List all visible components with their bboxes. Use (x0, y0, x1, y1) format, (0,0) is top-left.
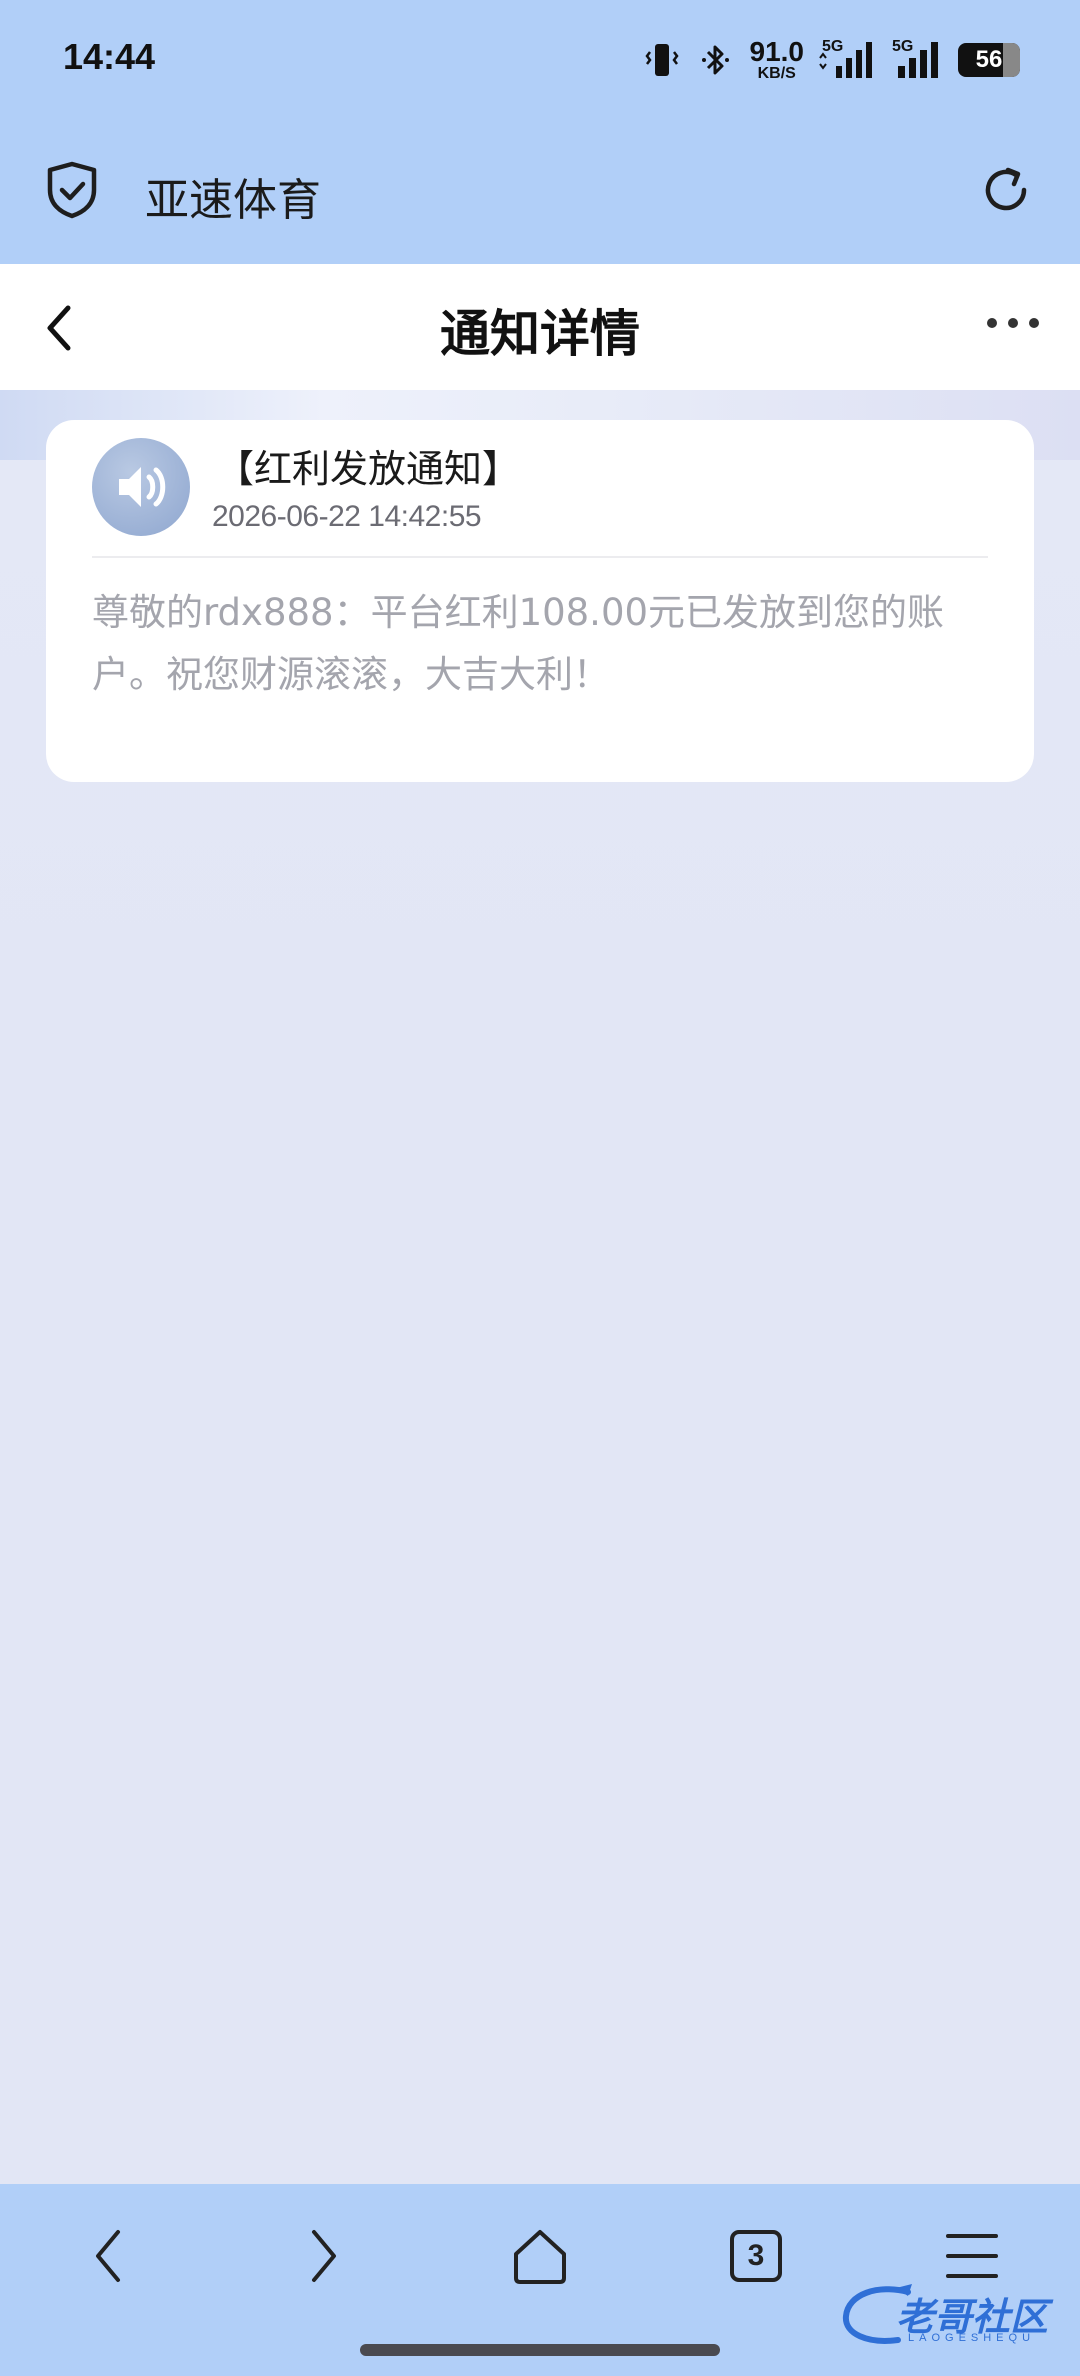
notification-title: 【红利发放通知】 (216, 447, 521, 491)
battery-level: 56 (975, 46, 1003, 73)
notification-card: 【红利发放通知】 2026-06-22 14:42:55 尊敬的rdx888：平… (46, 420, 1034, 782)
watermark: 老哥社区 LAOGESHEQU (838, 2280, 1068, 2350)
signal-1: 5G (818, 38, 874, 80)
card-divider (92, 556, 988, 558)
vibrate-icon (644, 44, 679, 76)
home-icon[interactable] (510, 2226, 570, 2286)
notification-body: 尊敬的rdx888：平台红利108.00元已发放到您的账户。祝您财源滚滚，大吉大… (92, 591, 945, 696)
battery-indicator: 56 (958, 43, 1020, 77)
speaker-icon (119, 467, 166, 507)
signal-bars-icon (819, 42, 872, 78)
bluetooth-icon (701, 45, 729, 75)
signal-bars-icon (898, 42, 938, 78)
shield-check-icon[interactable] (44, 160, 100, 220)
status-time: 14:44 (63, 36, 156, 77)
home-indicator[interactable] (360, 2344, 720, 2356)
status-icons: 91.0 KB/S 5G 5G 56 (642, 36, 1020, 84)
status-bar: 14:44 91.0 KB/S 5G 5G 56 (0, 0, 1080, 120)
watermark-subtext: LAOGESHEQU (908, 2332, 1036, 2344)
tabs-icon[interactable]: 3 (730, 2230, 782, 2282)
more-options-icon[interactable] (986, 316, 1040, 330)
signal-2: 5G (888, 38, 944, 80)
net-speed: 91.0 KB/S (750, 38, 805, 82)
refresh-icon[interactable] (978, 162, 1034, 218)
net-speed-unit: KB/S (757, 65, 796, 82)
browser-address-bar: 亚速体育 (0, 140, 1080, 244)
back-icon[interactable] (88, 2226, 128, 2286)
top-header-area: 14:44 91.0 KB/S 5G 5G 56 亚速体育 (0, 0, 1080, 264)
page-nav-bar: 通知详情 (0, 264, 1080, 390)
notification-time: 2026-06-22 14:42:55 (212, 500, 482, 533)
page-title: 通知详情 (440, 305, 640, 363)
notification-avatar (92, 438, 190, 536)
net-speed-value: 91.0 (749, 36, 805, 67)
menu-icon[interactable] (946, 2226, 998, 2286)
forward-icon[interactable] (304, 2226, 344, 2286)
site-title[interactable]: 亚速体育 (145, 164, 321, 228)
